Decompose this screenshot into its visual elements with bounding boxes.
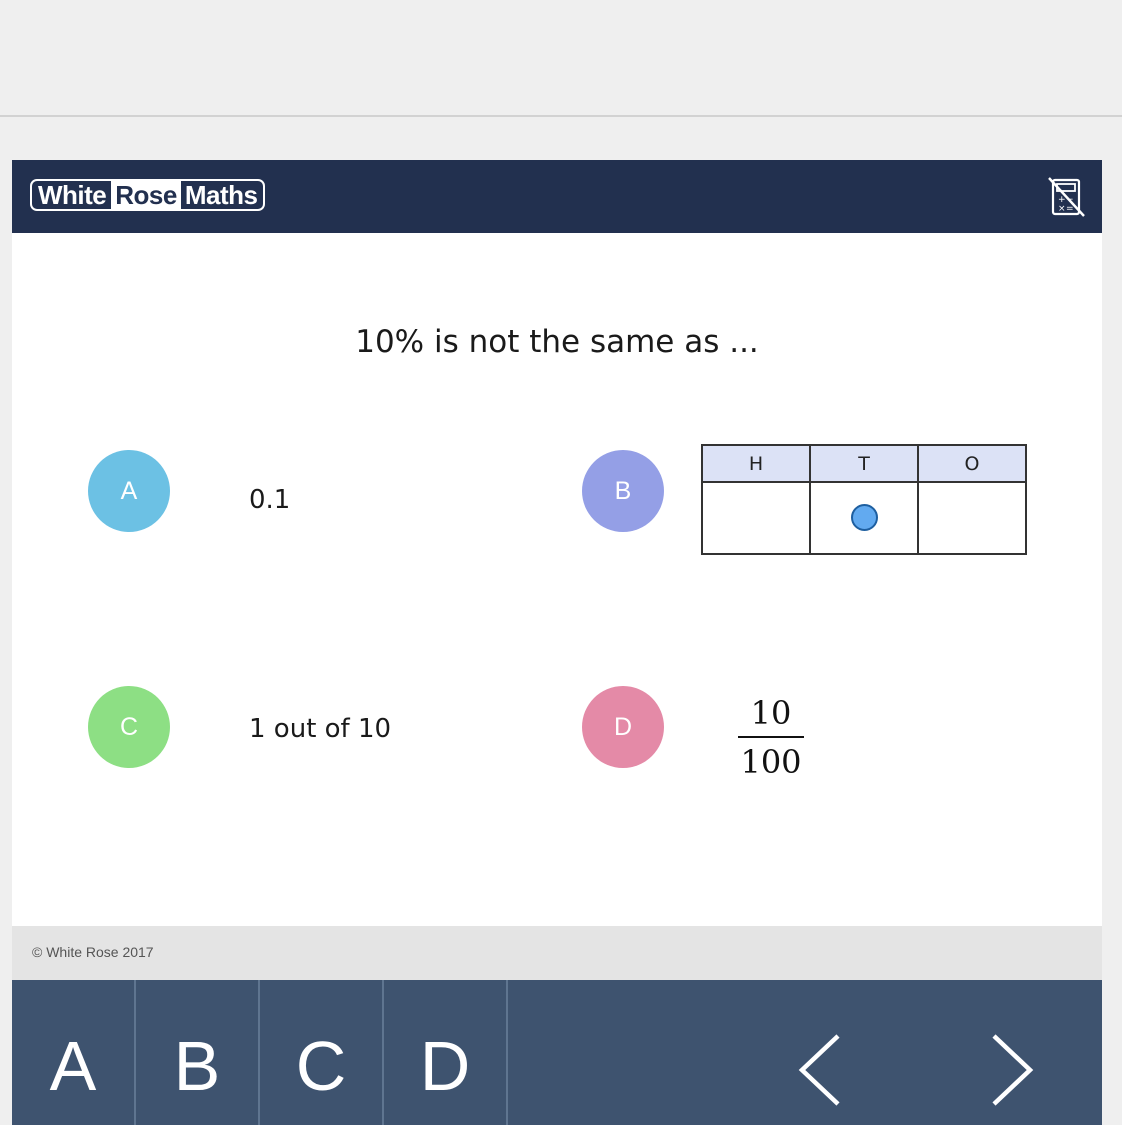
svg-text:=: = [1066,204,1074,214]
calculator-disabled-icon[interactable]: + − × = [1046,176,1088,220]
question-text: 10% is not the same as ... [355,324,759,360]
place-value-cell-hundreds [701,481,811,555]
chevron-right-icon[interactable] [980,1028,1040,1112]
fraction-denominator: 100 [740,743,802,781]
header-bar: White Rose Maths + − × = [12,160,1102,233]
option-a-text: 0.1 [249,485,291,515]
option-d-fraction: 10 100 [738,693,804,782]
answer-navigation-bar: A B C D [12,980,1102,1125]
option-c-letter: C [119,712,139,741]
answer-button-b[interactable]: B [136,980,258,1125]
answer-button-a[interactable]: A [12,980,134,1125]
footer-strip: © White Rose 2017 [12,926,1102,980]
chevron-left-icon[interactable] [792,1028,852,1112]
answer-button-d[interactable]: D [384,980,506,1125]
place-value-cell-ones [917,481,1027,555]
logo-word-maths: Maths [184,180,258,210]
fraction-numerator: 10 [750,694,792,732]
place-value-counter [850,504,878,531]
place-value-header-row: H T O [701,444,1027,483]
question-card: White Rose Maths + − × = 10% is not the … [12,160,1102,1125]
option-a-badge[interactable]: A [88,450,170,532]
top-divider [0,115,1122,117]
option-c-text: 1 out of 10 [249,714,392,744]
option-b-badge[interactable]: B [582,450,664,532]
place-value-cell-tens [809,481,919,555]
option-d-badge[interactable]: D [582,686,664,768]
logo-word-rose: Rose [111,181,181,209]
nav-divider [506,980,508,1125]
browser-top-bar [0,0,1122,115]
copyright-text: © White Rose 2017 [32,944,154,960]
option-d-letter: D [613,712,633,741]
place-value-header-ones: O [917,444,1027,483]
place-value-header-tens: T [809,444,919,483]
place-value-table: H T O [701,444,1027,555]
fraction-bar [738,736,804,738]
place-value-counter-row [701,481,1027,555]
option-b-letter: B [614,476,632,505]
white-rose-maths-logo: White Rose Maths [30,179,266,211]
option-c-badge[interactable]: C [88,686,170,768]
option-a-letter: A [120,476,138,505]
place-value-header-hundreds: H [701,444,811,483]
svg-text:×: × [1058,204,1066,214]
logo-word-white: White [38,180,107,210]
answer-button-c[interactable]: C [260,980,382,1125]
